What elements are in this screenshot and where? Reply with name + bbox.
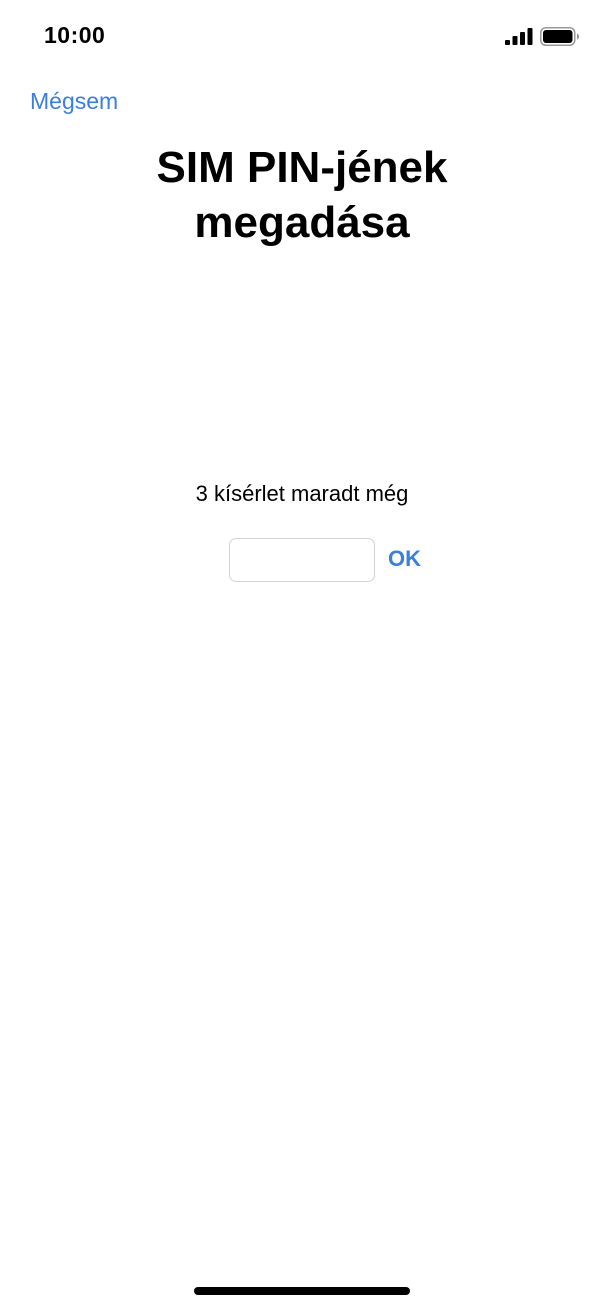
battery-icon [540,27,579,46]
ok-button[interactable]: OK [388,546,421,572]
sim-pin-input[interactable] [229,538,375,582]
page-title: SIM PIN-jének megadása [0,140,604,250]
home-indicator[interactable] [194,1287,410,1295]
status-bar: 10:00 [0,0,604,72]
cellular-signal-icon [505,28,533,45]
page-title-line2: megadása [194,198,410,247]
attempts-remaining-text: 3 kísérlet maradt még [195,481,409,506]
status-time: 10:00 [44,22,106,48]
page-title-line1: SIM PIN-jének [156,143,448,192]
cancel-button[interactable]: Mégsem [30,88,118,115]
